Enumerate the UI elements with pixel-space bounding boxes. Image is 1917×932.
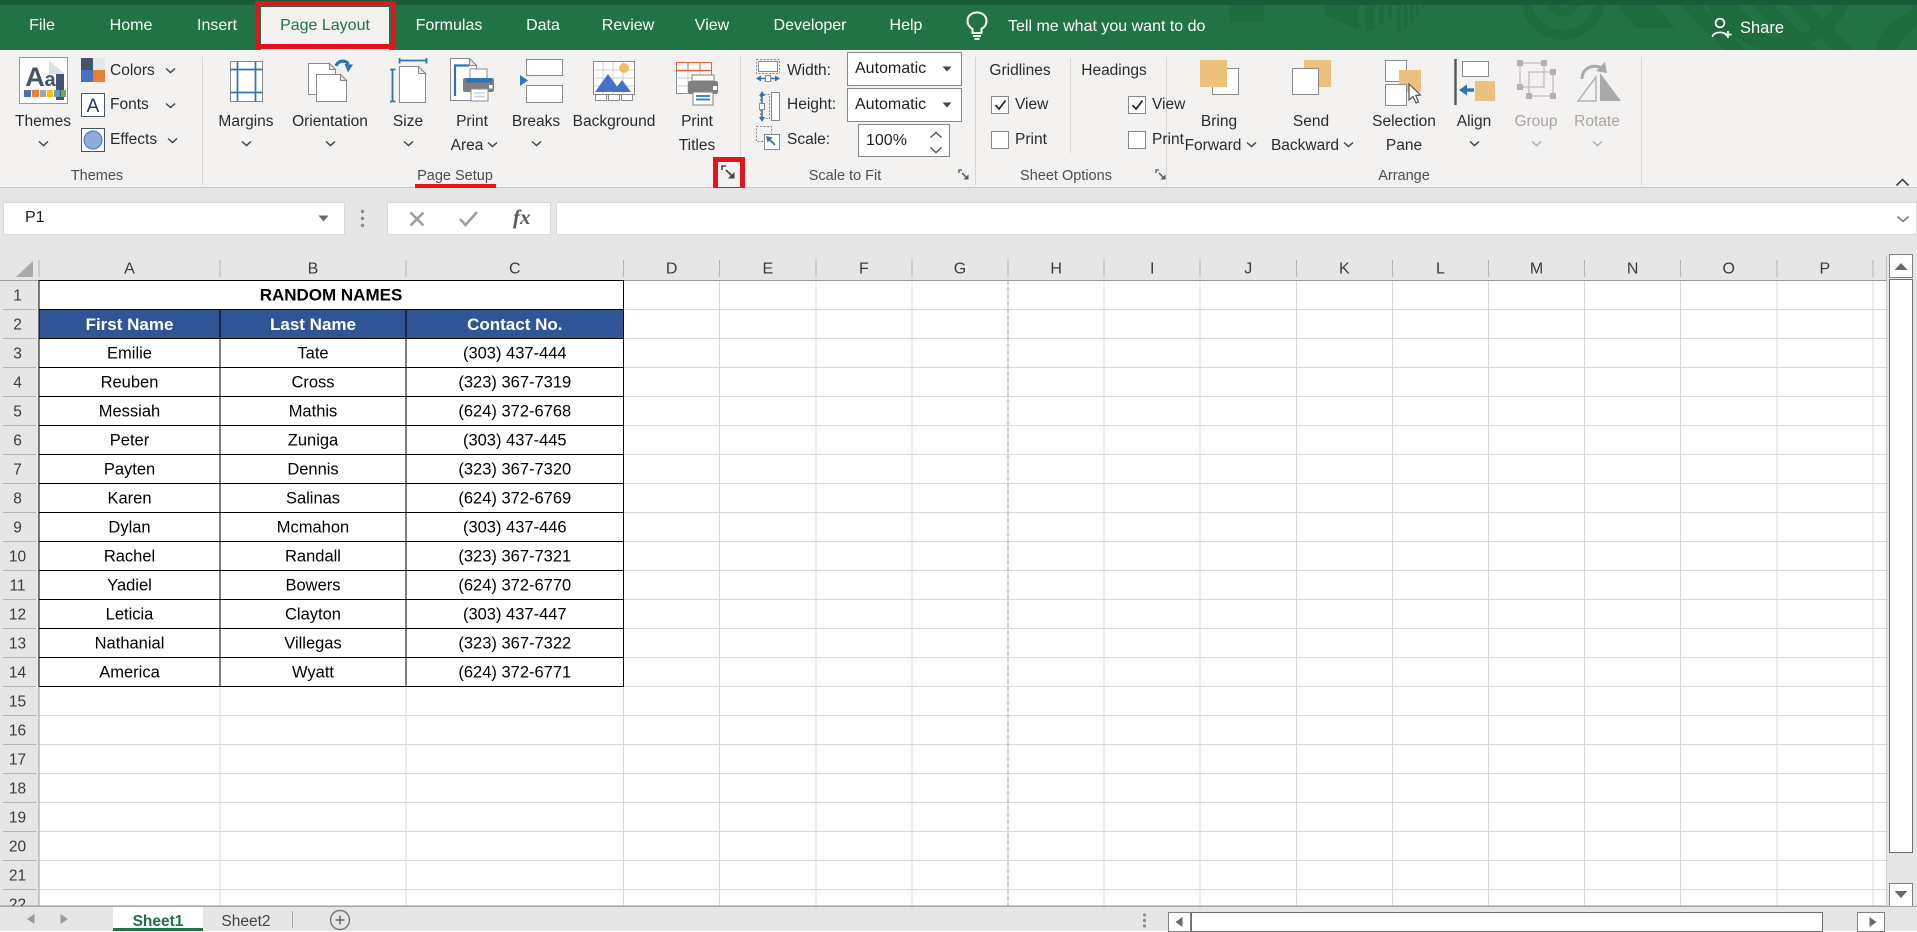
svg-text:6: 6	[13, 433, 22, 450]
svg-text:Mcmahon: Mcmahon	[277, 519, 349, 537]
svg-text:(303) 437-447: (303) 437-447	[463, 606, 567, 624]
svg-text:5: 5	[13, 404, 22, 421]
svg-text:Emilie: Emilie	[107, 345, 152, 363]
svg-text:22: 22	[9, 897, 26, 907]
svg-text:Zuniga: Zuniga	[288, 432, 339, 450]
svg-text:Leticia: Leticia	[106, 606, 155, 624]
svg-text:(323) 367-7320: (323) 367-7320	[458, 461, 571, 479]
svg-text:Contact No.: Contact No.	[467, 315, 562, 334]
svg-text:11: 11	[9, 578, 25, 595]
svg-text:Dennis: Dennis	[287, 461, 338, 479]
svg-text:F: F	[859, 261, 869, 278]
svg-text:Salinas: Salinas	[286, 490, 340, 508]
svg-text:P: P	[1819, 261, 1830, 278]
svg-text:Karen: Karen	[107, 490, 151, 508]
svg-text:2: 2	[13, 317, 22, 334]
svg-text:9: 9	[13, 520, 22, 537]
svg-text:21: 21	[9, 868, 26, 885]
svg-text:I: I	[1150, 261, 1154, 278]
svg-text:Rachel: Rachel	[104, 548, 155, 566]
svg-text:A: A	[87, 96, 100, 117]
svg-text:RANDOM NAMES: RANDOM NAMES	[260, 286, 403, 305]
svg-text:1: 1	[13, 288, 22, 305]
svg-text:(323) 367-7322: (323) 367-7322	[458, 635, 571, 653]
svg-text:K: K	[1339, 261, 1350, 278]
svg-text:3: 3	[13, 346, 22, 363]
svg-text:16: 16	[9, 723, 26, 740]
svg-text:E: E	[762, 261, 773, 278]
svg-text:4: 4	[13, 375, 22, 392]
svg-text:Mathis: Mathis	[289, 403, 338, 421]
svg-text:L: L	[1436, 261, 1445, 278]
svg-text:(323) 367-7319: (323) 367-7319	[458, 374, 571, 392]
svg-text:(624) 372-6771: (624) 372-6771	[458, 664, 571, 682]
svg-text:G: G	[954, 261, 966, 278]
svg-text:Last Name: Last Name	[270, 315, 356, 334]
svg-text:First Name: First Name	[86, 315, 174, 334]
svg-text:17: 17	[9, 752, 26, 769]
svg-text:15: 15	[9, 694, 26, 711]
svg-text:14: 14	[9, 665, 27, 682]
svg-text:J: J	[1244, 261, 1252, 278]
svg-text:Bowers: Bowers	[285, 577, 340, 595]
svg-text:Clayton: Clayton	[285, 606, 341, 624]
svg-text:Villegas: Villegas	[284, 635, 341, 653]
svg-text:Payten: Payten	[104, 461, 155, 479]
svg-text:Randall: Randall	[285, 548, 341, 566]
svg-text:Nathanial: Nathanial	[95, 635, 165, 653]
svg-text:(303) 437-444: (303) 437-444	[463, 345, 567, 363]
svg-text:(624) 372-6770: (624) 372-6770	[458, 577, 571, 595]
svg-text:12: 12	[9, 607, 26, 624]
svg-text:Dylan: Dylan	[108, 519, 150, 537]
svg-text:18: 18	[9, 781, 26, 798]
svg-text:Tate: Tate	[297, 345, 328, 363]
svg-text:Yadiel: Yadiel	[107, 577, 152, 595]
svg-text:a: a	[44, 69, 56, 91]
svg-text:(624) 372-6769: (624) 372-6769	[458, 490, 571, 508]
svg-text:Wyatt: Wyatt	[292, 664, 334, 682]
svg-text:C: C	[509, 261, 521, 278]
svg-text:(303) 437-446: (303) 437-446	[463, 519, 567, 537]
svg-text:8: 8	[13, 491, 22, 508]
svg-text:D: D	[666, 261, 678, 278]
svg-text:O: O	[1722, 261, 1734, 278]
svg-text:(624) 372-6768: (624) 372-6768	[458, 403, 571, 421]
svg-text:19: 19	[9, 810, 26, 827]
svg-text:Cross: Cross	[291, 374, 334, 392]
svg-text:A: A	[124, 261, 135, 278]
svg-text:(323) 367-7321: (323) 367-7321	[458, 548, 571, 566]
svg-text:America: America	[99, 664, 160, 682]
svg-text:H: H	[1050, 261, 1062, 278]
svg-text:M: M	[1530, 261, 1543, 278]
svg-text:A: A	[25, 62, 45, 92]
svg-text:(303) 437-445: (303) 437-445	[463, 432, 567, 450]
svg-text:N: N	[1627, 261, 1639, 278]
svg-text:Reuben: Reuben	[101, 374, 159, 392]
svg-text:7: 7	[13, 462, 22, 479]
svg-text:10: 10	[9, 549, 27, 566]
svg-text:13: 13	[9, 636, 26, 653]
svg-text:Messiah: Messiah	[99, 403, 160, 421]
svg-text:20: 20	[9, 839, 27, 856]
svg-text:Peter: Peter	[110, 432, 150, 450]
svg-text:B: B	[308, 261, 319, 278]
